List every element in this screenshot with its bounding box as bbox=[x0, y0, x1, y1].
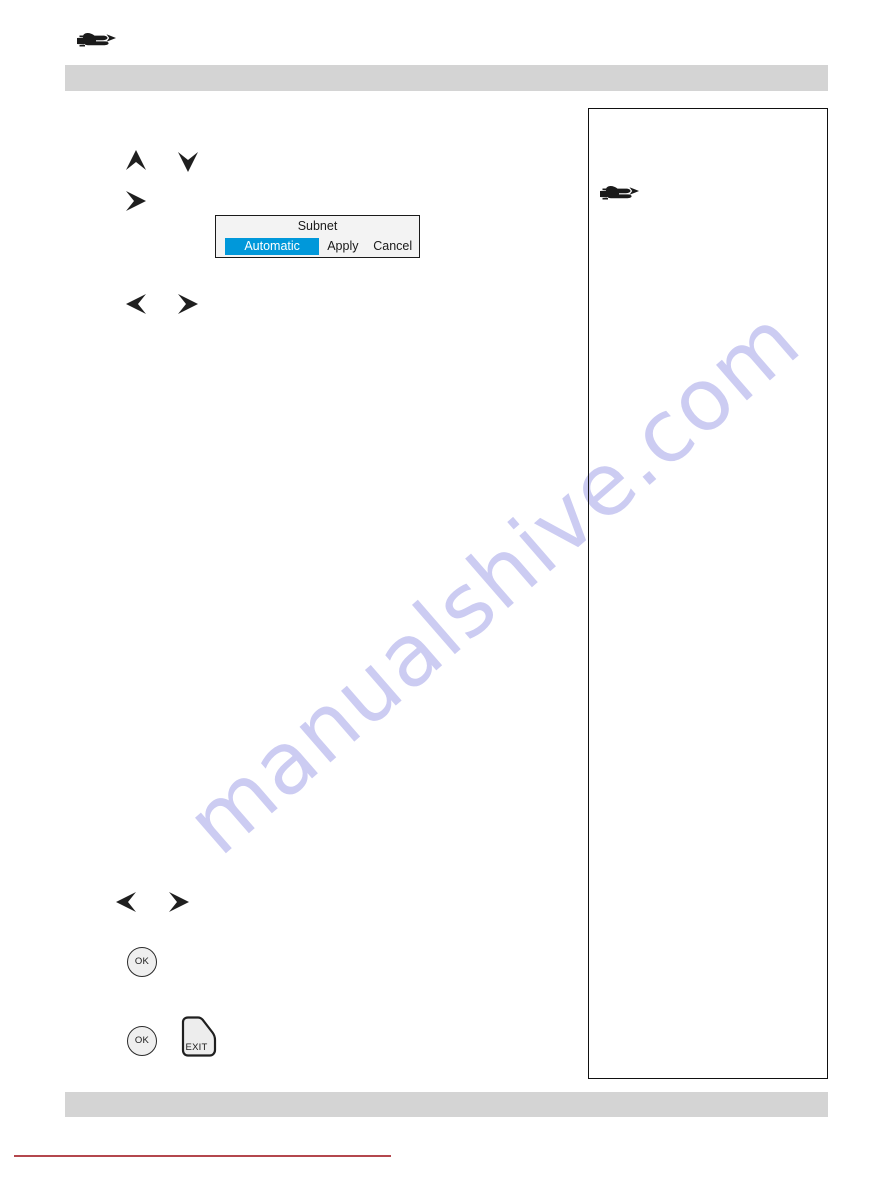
footer-band bbox=[65, 1092, 828, 1117]
side-note-panel bbox=[588, 108, 828, 1079]
ok-button[interactable]: OK bbox=[127, 1026, 157, 1056]
osd-option-automatic[interactable]: Automatic bbox=[225, 238, 320, 255]
footer-rule bbox=[14, 1155, 391, 1157]
osd-cancel-button[interactable]: Cancel bbox=[366, 238, 419, 255]
header-band bbox=[65, 65, 828, 91]
arrow-right-icon bbox=[174, 291, 202, 317]
arrow-left-icon bbox=[112, 889, 140, 915]
osd-dialog-title: Subnet bbox=[297, 219, 338, 233]
arrow-up-icon bbox=[122, 148, 150, 174]
pointing-hand-icon bbox=[597, 180, 641, 206]
exit-button-label: EXIT bbox=[185, 1042, 208, 1053]
arrow-right-icon bbox=[165, 889, 193, 915]
osd-subnet-dialog: Subnet Automatic Apply Cancel bbox=[215, 215, 420, 258]
manual-page: Subnet Automatic Apply Cancel manualshiv… bbox=[0, 0, 893, 1186]
exit-button[interactable]: EXIT bbox=[178, 1016, 218, 1062]
ok-button-label: OK bbox=[134, 1035, 150, 1046]
osd-dialog-options: Automatic Apply Cancel bbox=[216, 238, 419, 255]
arrow-down-icon bbox=[174, 148, 202, 174]
arrow-left-icon bbox=[122, 291, 150, 317]
osd-apply-button[interactable]: Apply bbox=[319, 238, 366, 255]
ok-button-label: OK bbox=[134, 956, 150, 967]
ok-button[interactable]: OK bbox=[127, 947, 157, 977]
pointing-hand-icon bbox=[74, 27, 118, 53]
arrow-right-icon bbox=[122, 188, 150, 214]
